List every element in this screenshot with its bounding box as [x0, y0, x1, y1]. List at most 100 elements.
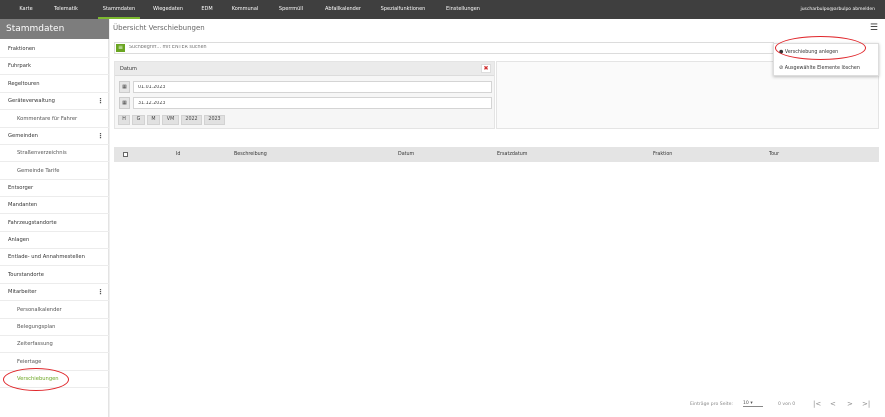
kebab-menu-icon[interactable]: ⋮ [97, 93, 104, 110]
main-content: Übersicht Verschiebungen ☰ ≡ Datum ✖ ▦ ▦… [110, 19, 885, 417]
column-ersatzdatum[interactable]: Ersatzdatum [497, 147, 527, 162]
page-title: Übersicht Verschiebungen [113, 24, 205, 32]
per-page-label: Einträge pro Seite: [690, 402, 733, 407]
sidebar-item[interactable]: Geräteverwaltung ⋮ [0, 93, 109, 110]
sidebar-item-label: Mandanten [8, 202, 38, 208]
select-all-checkbox[interactable] [123, 152, 128, 157]
previous-page-icon[interactable]: < [830, 400, 836, 408]
sidebar-item-label: Entlade- und Annahmestellen [8, 254, 85, 260]
sidebar-item[interactable]: Straßenverzeichnis [0, 145, 109, 162]
sidebar-item-label: Zeiterfassung [17, 341, 53, 347]
column-tour[interactable]: Tour [769, 147, 779, 162]
sidebar-item-label: Kommentare für Fahrer [17, 116, 78, 122]
nav-stammdaten[interactable]: Stammdaten [98, 0, 140, 19]
sidebar-item[interactable]: Fahrzeugstandorte [0, 215, 109, 232]
sidebar-item[interactable]: Fraktionen [0, 41, 109, 58]
sidebar: Fraktionen Fuhrpark Regeltouren Geräteverwa… [0, 39, 109, 417]
date-to-input[interactable] [133, 97, 492, 109]
nav-sperrmuell[interactable]: Sperrmüll [272, 0, 310, 19]
quick-filter-g[interactable]: G [132, 115, 145, 125]
kebab-menu-icon[interactable]: ⋮ [97, 284, 104, 301]
close-icon[interactable]: ✖ [481, 64, 491, 73]
nav-abfallkalender[interactable]: Abfallkalender [318, 0, 368, 19]
sidebar-item[interactable]: Anlagen [0, 232, 109, 249]
list-icon[interactable]: ≡ [116, 44, 125, 52]
sidebar-item[interactable]: Fuhrpark [0, 58, 109, 75]
calendar-icon[interactable]: ▦ [119, 97, 130, 109]
sidebar-item-label: Gemeinden [8, 133, 38, 139]
calendar-icon[interactable]: ▦ [119, 81, 130, 93]
sidebar-item-label: Verschiebungen [17, 376, 59, 382]
search-bar: ≡ [114, 42, 774, 54]
top-navigation-bar: Karte Telematik Stammdaten Wiegedaten ED… [0, 0, 885, 19]
sidebar-item-label: Personalkalender [17, 307, 62, 313]
next-page-icon[interactable]: > [847, 400, 853, 408]
sidebar-item[interactable]: Zeiterfassung [0, 336, 109, 353]
column-datum[interactable]: Datum [398, 147, 414, 162]
sidebar-item-label: Fuhrpark [8, 63, 32, 69]
nav-edm[interactable]: EDM [196, 0, 218, 19]
column-beschreibung[interactable]: Beschreibung [234, 147, 267, 162]
nav-wiegedaten[interactable]: Wiegedaten [148, 0, 188, 19]
sidebar-item[interactable]: Personalkalender [0, 302, 109, 319]
sidebar-item-label: Gemeinde Tarife [17, 168, 60, 174]
nav-einstellungen[interactable]: Einstellungen [440, 0, 486, 19]
date-to-row: ▦ [119, 97, 492, 109]
sidebar-item[interactable]: Regeltouren [0, 76, 109, 93]
sidebar-item-label: Feiertage [17, 359, 42, 365]
quick-filter-h[interactable]: H [118, 115, 130, 125]
nav-kommunal[interactable]: Kommunal [228, 0, 262, 19]
create-shift-menu-item[interactable]: ● Verschiebung anlegen [779, 48, 838, 57]
quick-filter-vm[interactable]: VM [162, 115, 179, 125]
sidebar-item-label: Mitarbeiter [8, 289, 37, 295]
per-page-select[interactable]: 10 ▾ [743, 401, 763, 407]
search-input[interactable] [129, 43, 729, 53]
sidebar-item[interactable]: Kommentare für Fahrer [0, 111, 109, 128]
date-from-input[interactable] [133, 81, 492, 93]
user-logout-link[interactable]: juscharbulpo@arbulpo abmelden [800, 0, 875, 19]
sidebar-item[interactable]: Entlade- und Annahmestellen [0, 249, 109, 266]
quick-filter-m[interactable]: M [147, 115, 160, 125]
sidebar-item[interactable]: Belegungsplan [0, 319, 109, 336]
delete-selected-label: Ausgewählte Elemente löschen [784, 66, 860, 71]
column-id[interactable]: Id [176, 147, 180, 162]
sidebar-item[interactable]: Gemeinden ⋮ [0, 128, 109, 145]
sidebar-item-label: Fahrzeugstandorte [8, 220, 57, 226]
per-page-value: 10 [743, 401, 749, 406]
sidebar-item[interactable]: Tourstandorte [0, 267, 109, 284]
quick-filter-2023[interactable]: 2023 [204, 115, 225, 125]
sidebar-item[interactable]: Entsorger [0, 180, 109, 197]
create-shift-label: Verschiebung anlegen [784, 50, 839, 55]
first-page-icon[interactable]: |< [813, 400, 821, 408]
action-menu: ● Verschiebung anlegen ⊘ Ausgewählte Ele… [773, 43, 879, 76]
nav-karte[interactable]: Karte [8, 0, 44, 19]
quick-filter-2022[interactable]: 2022 [181, 115, 202, 125]
sidebar-item-label: Regeltouren [8, 81, 40, 87]
sidebar-item-label: Belegungsplan [17, 324, 56, 330]
sidebar-item-label: Fraktionen [8, 46, 36, 52]
date-from-row: ▦ [119, 81, 492, 93]
last-page-icon[interactable]: >| [862, 400, 870, 408]
nav-telematik[interactable]: Telematik [50, 0, 82, 19]
hamburger-menu-icon[interactable]: ☰ [870, 23, 878, 33]
sidebar-item-label: Straßenverzeichnis [17, 150, 67, 156]
column-fraktion[interactable]: Fraktion [653, 147, 672, 162]
nav-spezialfunktionen[interactable]: Spezialfunktionen [376, 0, 430, 19]
table-header: Id Beschreibung Datum Ersatzdatum Frakti… [114, 147, 879, 162]
sidebar-item-label: Geräteverwaltung [8, 98, 55, 104]
sidebar-item-label: Entsorger [8, 185, 34, 191]
sidebar-item[interactable]: Verschiebungen [0, 371, 109, 388]
date-filter-header: Datum [115, 62, 494, 76]
sidebar-item-label: Tourstandorte [8, 272, 44, 278]
delete-circle-icon: ⊘ [779, 65, 784, 71]
sidebar-item[interactable]: Mandanten [0, 197, 109, 214]
sidebar-item[interactable]: Mitarbeiter ⋮ [0, 284, 109, 301]
sidebar-title: Stammdaten [0, 19, 109, 39]
kebab-menu-icon[interactable]: ⋮ [97, 128, 104, 145]
pagination-range: 0 von 0 [778, 402, 796, 407]
sidebar-item[interactable]: Feiertage [0, 354, 109, 371]
sidebar-item[interactable]: Gemeinde Tarife [0, 163, 109, 180]
dot-icon: ● [779, 49, 784, 55]
delete-selected-menu-item[interactable]: ⊘ Ausgewählte Elemente löschen [779, 64, 860, 73]
sidebar-item-label: Anlagen [8, 237, 30, 243]
